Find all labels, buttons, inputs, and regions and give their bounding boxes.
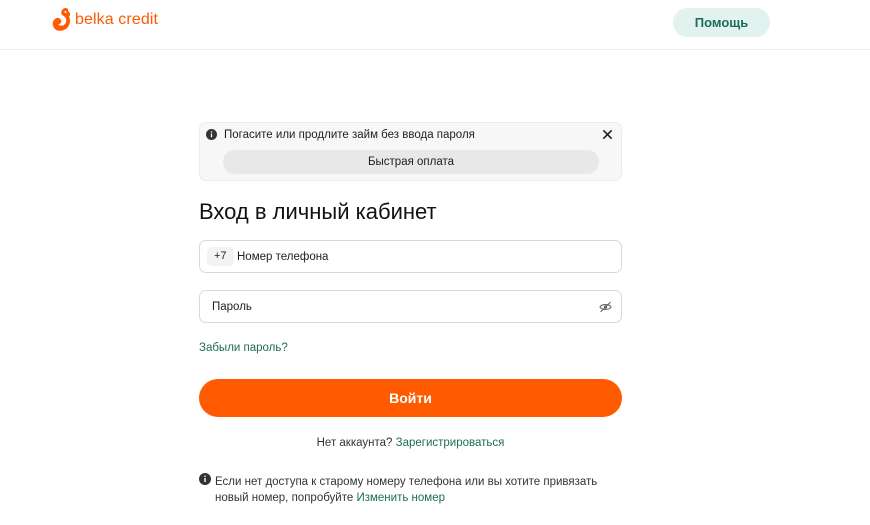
close-icon[interactable] — [602, 129, 613, 140]
quick-pay-notice: Погасите или продлите займ без ввода пар… — [199, 122, 622, 181]
page-title: Вход в личный кабинет — [199, 199, 437, 224]
forgot-password-link[interactable]: Забыли пароль? — [199, 341, 288, 355]
info-line-2-prefix: новый номер, попробуйте — [215, 492, 354, 504]
notice-text: Погасите или продлите займ без ввода пар… — [224, 129, 475, 141]
squirrel-logo-icon — [52, 7, 71, 31]
header: belka credit Помощь — [0, 0, 870, 50]
info-icon — [199, 473, 211, 485]
eye-off-icon[interactable] — [599, 301, 612, 313]
no-account-text: Нет аккаунта? — [316, 437, 393, 449]
help-button[interactable]: Помощь — [673, 8, 770, 37]
info-line-2: новый номер, попробуйте Изменить номер — [215, 490, 595, 506]
fast-pay-button[interactable]: Быстрая оплата — [223, 150, 599, 174]
logo[interactable]: belka credit — [50, 6, 158, 34]
phone-input[interactable]: +7 Номер телефона — [199, 240, 622, 273]
info-icon — [206, 129, 217, 140]
password-placeholder: Пароль — [212, 301, 252, 313]
phone-prefix: +7 — [207, 247, 234, 266]
change-number-link[interactable]: Изменить номер — [356, 492, 445, 504]
phone-placeholder: Номер телефона — [237, 251, 329, 263]
logo-text: belka credit — [75, 11, 159, 28]
info-text: Если нет доступа к старому номеру телефо… — [215, 474, 598, 506]
login-button[interactable]: Войти — [199, 379, 622, 417]
password-input[interactable]: Пароль — [199, 290, 622, 323]
signup-row: Нет аккаунта? Зарегистрироваться — [199, 436, 622, 450]
info-line-1: Если нет доступа к старому номеру телефо… — [215, 476, 598, 488]
register-link[interactable]: Зарегистрироваться — [396, 437, 505, 449]
